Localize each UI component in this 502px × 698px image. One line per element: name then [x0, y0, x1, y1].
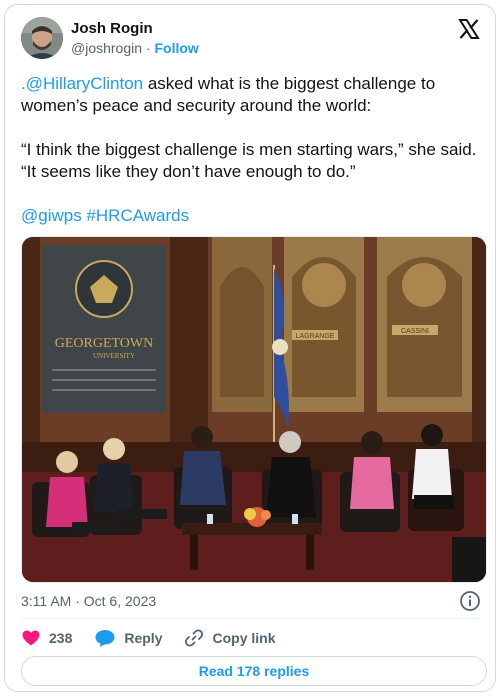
follow-button[interactable]: Follow: [154, 40, 198, 56]
like-count: 238: [49, 630, 73, 646]
copy-link-button[interactable]: Copy link: [184, 628, 276, 648]
heart-icon: [22, 630, 40, 646]
reply-label: Reply: [124, 630, 163, 646]
read-replies-button[interactable]: Read 178 replies: [21, 656, 487, 686]
author-handle-row: @joshrogin · Follow: [71, 40, 199, 56]
mention-link[interactable]: .@HillaryClinton: [21, 74, 143, 93]
tweet-quote: “I think the biggest challenge is men st…: [21, 140, 477, 181]
copy-link-label: Copy link: [212, 630, 276, 646]
banner-subtitle: UNIVERSITY: [93, 352, 135, 360]
tweet-line-1: .@HillaryClinton asked what is the bigge…: [21, 73, 483, 117]
author-handle[interactable]: @joshrogin: [71, 40, 142, 56]
reply-bubble-icon: [95, 630, 115, 647]
action-bar: 238 Reply Copy link: [21, 627, 298, 649]
hashtag-links[interactable]: @giwps #HRCAwards: [21, 205, 483, 227]
like-button[interactable]: 238: [21, 628, 72, 648]
divider: [21, 618, 479, 619]
info-icon[interactable]: [459, 590, 481, 612]
x-logo-icon[interactable]: [457, 17, 481, 41]
avatar[interactable]: [21, 17, 63, 59]
tweet-text: .@HillaryClinton asked what is the bigge…: [21, 73, 483, 249]
separator-dot: ·: [145, 40, 151, 56]
reply-button[interactable]: Reply: [94, 628, 162, 648]
plaque-right-label: CASSINI: [401, 328, 429, 335]
author-name[interactable]: Josh Rogin: [71, 20, 153, 37]
tweet-card: Josh Rogin @joshrogin · Follow .@Hillary…: [4, 4, 496, 692]
tweet-timestamp[interactable]: 3:11 AM · Oct 6, 2023: [21, 593, 156, 609]
banner-title: GEORGETOWN: [55, 336, 154, 351]
plaque-left-label: LAGRANGE: [296, 333, 335, 340]
tweet-photo[interactable]: LAGRANGE CASSINI GEORGETOWN UNIVERSITY: [21, 236, 487, 583]
link-icon: [185, 629, 204, 647]
photo-scene: LAGRANGE CASSINI GEORGETOWN UNIVERSITY: [22, 237, 486, 582]
